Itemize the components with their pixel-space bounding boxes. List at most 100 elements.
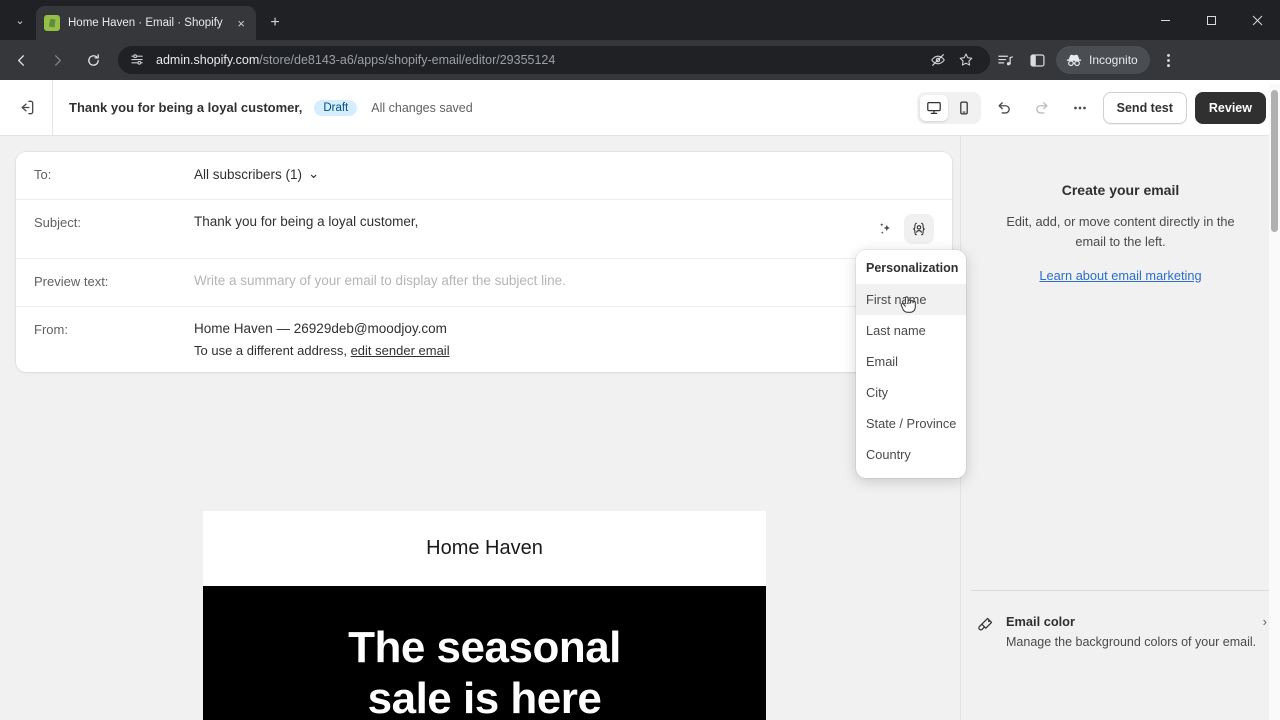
forward-button[interactable] bbox=[42, 45, 72, 75]
from-body: Home Haven — 26929deb@moodjoy.com To use… bbox=[194, 321, 934, 358]
tab-search-caret-glyph: ⌄ bbox=[15, 14, 25, 27]
email-canvas: To: All subscribers (1) ⌄ Subject: Thank… bbox=[0, 136, 960, 720]
close-window-button[interactable] bbox=[1234, 0, 1280, 40]
incognito-hat-icon bbox=[1066, 54, 1082, 67]
chevron-right-icon: › bbox=[1262, 614, 1267, 629]
eye-off-icon[interactable] bbox=[926, 48, 950, 72]
personalization-popover: Personalization First name Last name Ema… bbox=[856, 250, 966, 478]
reading-list-icon[interactable] bbox=[990, 45, 1020, 75]
incognito-indicator[interactable]: Incognito bbox=[1056, 46, 1150, 74]
email-body-preview[interactable]: Home Haven The seasonal sale is here Don… bbox=[203, 511, 766, 720]
app-root: ⌄ Home Haven · Email · Shopify × + admin… bbox=[0, 0, 1280, 720]
more-options-button[interactable] bbox=[1065, 93, 1095, 123]
right-sidebar: Create your email Edit, add, or move con… bbox=[960, 136, 1280, 720]
email-hero-headline-line1: The seasonal bbox=[348, 623, 621, 672]
sidebar-title: Create your email bbox=[1061, 182, 1180, 198]
email-brand-heading: Home Haven bbox=[426, 537, 543, 559]
sidebar-intro: Create your email Edit, add, or move con… bbox=[961, 136, 1280, 285]
personalization-option-last-name[interactable]: Last name bbox=[856, 315, 966, 346]
sidebar-item-header: Email color › bbox=[1006, 614, 1267, 629]
exit-editor-button[interactable] bbox=[8, 90, 44, 126]
header-divider bbox=[52, 79, 53, 136]
subject-label: Subject: bbox=[34, 215, 81, 230]
personalization-option-city[interactable]: City bbox=[856, 377, 966, 408]
personalization-option-email[interactable]: Email bbox=[856, 346, 966, 377]
personalization-option-state-province[interactable]: State / Province bbox=[856, 408, 966, 439]
field-row-preview-text: Preview text: Write a summary of your em… bbox=[16, 259, 952, 307]
from-helper: To use a different address, edit sender … bbox=[194, 343, 934, 358]
browser-tab-title: Home Haven · Email · Shopify bbox=[68, 17, 223, 29]
learn-about-email-marketing-link[interactable]: Learn about email marketing bbox=[1039, 268, 1201, 283]
url-host: admin.shopify.com bbox=[156, 53, 260, 67]
from-value: Home Haven — 26929deb@moodjoy.com bbox=[194, 321, 447, 336]
sidebar-item-label: Email color bbox=[1006, 614, 1075, 629]
edit-sender-email-link[interactable]: edit sender email bbox=[351, 343, 450, 358]
to-label: To: bbox=[34, 167, 52, 182]
chevron-down-icon: ⌄ bbox=[308, 166, 320, 181]
subject-body: Thank you for being a loyal customer, bbox=[194, 214, 870, 229]
audience-value: All subscribers (1) bbox=[194, 166, 303, 182]
from-helper-prefix: To use a different address, bbox=[194, 343, 351, 358]
sidebar-description: Edit, add, or move content directly in t… bbox=[1006, 214, 1235, 249]
preview-text-input[interactable]: Write a summary of your email to display… bbox=[194, 273, 934, 288]
maximize-button[interactable] bbox=[1188, 0, 1234, 40]
browser-tab[interactable]: Home Haven · Email · Shopify × bbox=[36, 6, 256, 40]
back-button[interactable] bbox=[6, 45, 36, 75]
sidebar-divider bbox=[971, 590, 1271, 591]
subject-input[interactable]: Thank you for being a loyal customer, bbox=[194, 214, 870, 229]
editor-header: Thank you for being a loyal customer, Dr… bbox=[0, 79, 1280, 136]
reload-button[interactable] bbox=[78, 45, 108, 75]
page-title: Thank you for being a loyal customer, bbox=[69, 100, 303, 115]
email-settings-card: To: All subscribers (1) ⌄ Subject: Thank… bbox=[16, 152, 952, 372]
status-badge: Draft bbox=[314, 99, 358, 116]
review-label: Review bbox=[1208, 100, 1252, 115]
new-tab-button[interactable]: + bbox=[264, 12, 286, 34]
preview-text-body: Write a summary of your email to display… bbox=[194, 273, 934, 288]
three-dot-menu-icon[interactable] bbox=[1154, 45, 1184, 75]
incognito-label: Incognito bbox=[1089, 53, 1138, 67]
minimize-button[interactable] bbox=[1142, 0, 1188, 40]
plus-icon: + bbox=[270, 14, 280, 31]
tab-search-caret-icon[interactable]: ⌄ bbox=[6, 6, 34, 34]
address-bar-actions bbox=[926, 48, 978, 72]
email-hero-section[interactable]: The seasonal sale is here Don't miss out… bbox=[203, 586, 766, 720]
undo-icon bbox=[998, 101, 1010, 114]
page-scrollbar-thumb[interactable] bbox=[1271, 90, 1278, 232]
url-path: /store/de8143-a6/apps/shopify-email/edit… bbox=[259, 53, 556, 67]
preview-text-label: Preview text: bbox=[34, 274, 109, 289]
redo-icon bbox=[1035, 101, 1048, 114]
personalization-popover-title: Personalization bbox=[866, 261, 959, 275]
audience-select[interactable]: All subscribers (1) ⌄ bbox=[194, 166, 934, 182]
email-hero-headline: The seasonal sale is here bbox=[233, 622, 736, 720]
review-button[interactable]: Review bbox=[1194, 91, 1266, 124]
send-test-button[interactable]: Send test bbox=[1102, 91, 1187, 124]
sidebar-item-email-color[interactable]: Email color › Manage the background colo… bbox=[977, 614, 1267, 652]
close-icon bbox=[1252, 15, 1262, 25]
from-label: From: bbox=[34, 322, 68, 337]
page-settings-icon[interactable] bbox=[130, 52, 146, 68]
exit-editor-icon bbox=[21, 100, 33, 115]
side-panel-icon[interactable] bbox=[1022, 45, 1052, 75]
mouse-cursor-pointer-icon bbox=[899, 294, 917, 316]
browser-actions: Incognito bbox=[990, 45, 1188, 75]
back-arrow-icon bbox=[17, 54, 24, 66]
ellipsis-icon bbox=[1073, 106, 1086, 109]
field-row-to: To: All subscribers (1) ⌄ bbox=[16, 152, 952, 200]
desktop-view-button[interactable] bbox=[919, 94, 948, 121]
mobile-view-button[interactable] bbox=[950, 95, 978, 121]
redo-button[interactable] bbox=[1027, 93, 1057, 123]
mobile-icon bbox=[959, 101, 968, 114]
personalization-braces-icon[interactable] bbox=[904, 214, 934, 244]
sidebar-item-body: Email color › Manage the background colo… bbox=[1006, 614, 1267, 652]
personalization-option-country[interactable]: Country bbox=[856, 439, 966, 470]
close-icon[interactable]: × bbox=[234, 15, 248, 32]
desktop-icon bbox=[926, 101, 941, 114]
sparkle-ai-icon[interactable] bbox=[870, 214, 900, 244]
sidebar-item-description: Manage the background colors of your ema… bbox=[1006, 635, 1257, 649]
star-icon[interactable] bbox=[954, 48, 978, 72]
undo-button[interactable] bbox=[989, 93, 1019, 123]
to-body: All subscribers (1) ⌄ bbox=[194, 166, 934, 182]
address-bar[interactable]: admin.shopify.com/store/de8143-a6/apps/s… bbox=[118, 46, 990, 74]
viewport-toggle-group bbox=[916, 91, 981, 124]
maximize-icon bbox=[1206, 15, 1216, 25]
